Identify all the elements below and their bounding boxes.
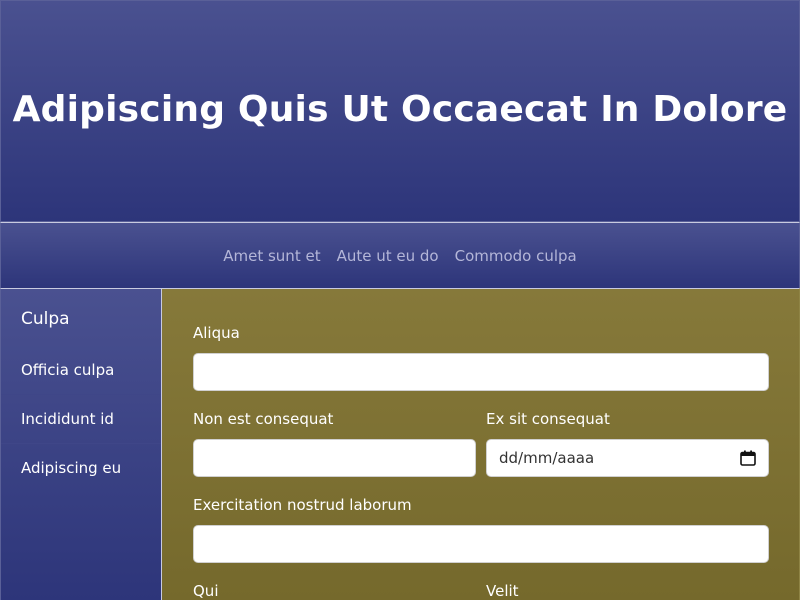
- ex-sit-consequat-label: Ex sit consequat: [486, 410, 610, 428]
- form-panel: Aliqua Non est consequat Ex sit consequa…: [162, 288, 800, 600]
- aliqua-label: Aliqua: [193, 324, 240, 342]
- nav-link-commodo-culpa[interactable]: Commodo culpa: [455, 247, 577, 265]
- velit-label: Velit: [486, 582, 519, 600]
- exercitation-nostrud-laborum-input[interactable]: [193, 525, 769, 563]
- qui-label: Qui: [193, 582, 219, 600]
- sidebar-item-officia-culpa[interactable]: Officia culpa: [1, 346, 161, 395]
- page-header: Adipiscing Quis Ut Occaecat In Dolore: [0, 0, 800, 222]
- top-nav: Amet sunt et Aute ut eu do Commodo culpa: [0, 222, 800, 288]
- nav-link-amet-sunt-et[interactable]: Amet sunt et: [223, 247, 320, 265]
- sidebar-title: Culpa: [21, 309, 70, 329]
- exercitation-nostrud-laborum-label: Exercitation nostrud laborum: [193, 496, 412, 514]
- aliqua-input[interactable]: [193, 353, 769, 391]
- sidebar-item-adipiscing-eu[interactable]: Adipiscing eu: [1, 444, 161, 493]
- ex-sit-consequat-date-input[interactable]: dd/mm/aaaa: [486, 439, 769, 477]
- nav-link-aute-ut-eu-do[interactable]: Aute ut eu do: [337, 247, 439, 265]
- sidebar: Culpa Officia culpa Incididunt id Adipis…: [0, 288, 162, 600]
- calendar-icon[interactable]: [740, 450, 756, 466]
- non-est-consequat-input[interactable]: [193, 439, 476, 477]
- page-title: Adipiscing Quis Ut Occaecat In Dolore: [12, 88, 788, 130]
- non-est-consequat-label: Non est consequat: [193, 410, 334, 428]
- date-placeholder: dd/mm/aaaa: [499, 449, 595, 467]
- sidebar-item-incididunt-id[interactable]: Incididunt id: [1, 395, 161, 444]
